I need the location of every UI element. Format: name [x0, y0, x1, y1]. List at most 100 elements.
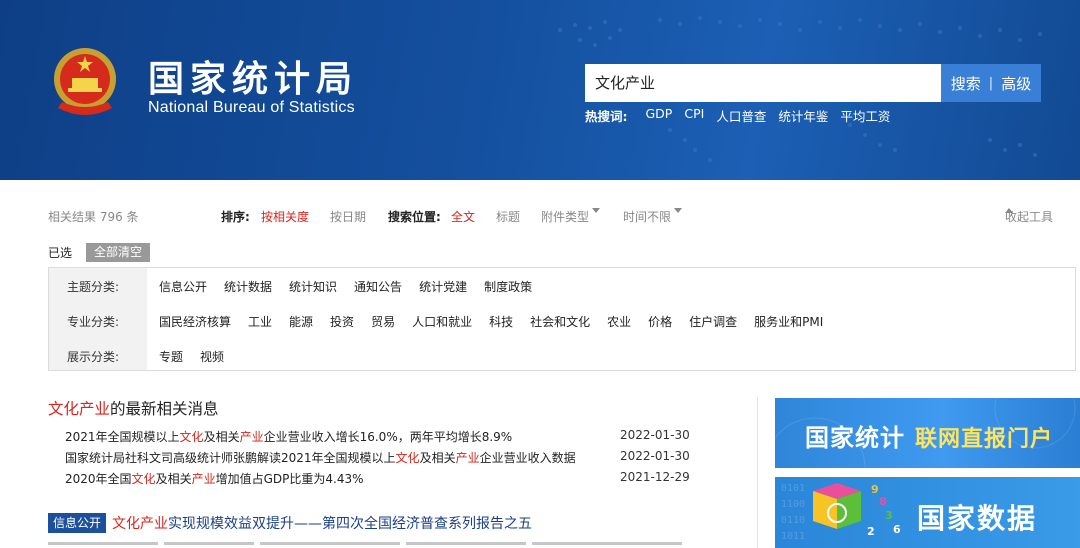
filter-option[interactable]: 贸易 [371, 313, 395, 330]
position-full-text[interactable]: 全文 [451, 208, 475, 225]
filter-option[interactable]: 服务业和PMI [754, 313, 823, 330]
news-text: 及相关 [155, 472, 192, 486]
filter-option[interactable]: 人口和就业 [412, 313, 472, 330]
filter-label: 展示分类: [67, 350, 120, 364]
filter-option[interactable]: 制度政策 [484, 278, 532, 295]
clear-all-button[interactable]: 全部清空 [86, 242, 151, 262]
result-snippet-cutoff [48, 542, 688, 548]
svg-text:2: 2 [867, 525, 875, 538]
filter-option[interactable]: 统计党建 [419, 278, 467, 295]
filter-row-professional: 专业分类: 国民经济核算 工业 能源 投资 贸易 人口和就业 科技 社会和文化 … [49, 303, 1075, 337]
news-date: 2022-01-30 [620, 428, 690, 442]
filter-option[interactable]: 社会和文化 [530, 313, 590, 330]
banner-main-text: 国家统计 [805, 424, 905, 452]
svg-text:1100: 1100 [781, 499, 805, 510]
filter-option[interactable]: 科技 [489, 313, 513, 330]
keyword-highlight: 文化 [395, 451, 420, 465]
banner-highlight-text: 联网直报门户 [915, 427, 1054, 452]
hot-words: 热搜词: GDP CPI 人口普查 统计年鉴 平均工资 [585, 106, 890, 125]
chevron-down-icon [674, 208, 683, 213]
news-text: 及相关 [419, 451, 456, 465]
svg-text:8: 8 [879, 495, 887, 508]
filter-label: 专业分类: [67, 315, 120, 329]
advanced-search-button[interactable]: 高级 [1001, 73, 1031, 94]
sort-by-relevance[interactable]: 按相关度 [261, 208, 309, 225]
svg-text:1011: 1011 [781, 531, 805, 542]
search-button[interactable]: 搜索 [951, 73, 981, 94]
hot-word-link[interactable]: 统计年鉴 [778, 106, 828, 125]
svg-text:0101: 0101 [781, 483, 805, 494]
collapse-tools-button[interactable]: 收起工具 [1005, 208, 1053, 225]
filter-option[interactable]: 通知公告 [354, 278, 402, 295]
filter-option[interactable]: 住户调查 [689, 313, 737, 330]
latest-news-heading: 文化产业的最新相关消息 [48, 397, 219, 419]
site-header: 国家统计局 National Bureau of Statistics 文化产业… [0, 0, 1080, 180]
filter-option[interactable]: 国民经济核算 [159, 313, 231, 330]
keyword-highlight: 文化产业 [112, 516, 169, 532]
filter-option[interactable]: 工业 [248, 313, 272, 330]
search-button-group: 搜索 | 高级 [941, 64, 1041, 102]
filter-option[interactable]: 信息公开 [159, 278, 207, 295]
search-toolbar: 相关结果 796 条 排序: 按相关度 按日期 搜索位置: 全文 标题 附件类型… [48, 208, 1078, 226]
news-item-link[interactable]: 2020年全国文化及相关产业增加值占GDP比重为4.43% [65, 470, 364, 487]
svg-text:6: 6 [893, 523, 901, 536]
news-text: 企业营业收入增长16.0%，两年平均增长8.9% [263, 430, 513, 444]
time-range-label: 时间不限 [623, 210, 672, 224]
latest-news-heading-suffix: 的最新相关消息 [110, 400, 219, 418]
search-position-label: 搜索位置: [388, 210, 441, 224]
hot-word-link[interactable]: 人口普查 [716, 106, 766, 125]
keyword-highlight: 文化产业 [48, 400, 111, 418]
keyword-highlight: 文化 [131, 472, 156, 486]
news-date: 2021-12-29 [620, 470, 690, 484]
filter-option[interactable]: 视频 [200, 348, 224, 365]
filter-option[interactable]: 能源 [289, 313, 313, 330]
button-separator: | [988, 75, 994, 91]
news-text: 企业营业收入数据 [479, 451, 576, 465]
category-tag[interactable]: 信息公开 [48, 513, 107, 533]
keyword-highlight: 产业 [455, 451, 480, 465]
filter-label: 主题分类: [67, 280, 120, 294]
filter-row-topic: 主题分类: 信息公开 统计数据 统计知识 通知公告 统计党建 制度政策 [49, 268, 1075, 302]
svg-text:3: 3 [885, 509, 893, 522]
svg-text:9: 9 [871, 483, 879, 496]
hot-word-link[interactable]: CPI [684, 106, 704, 125]
svg-text:0110: 0110 [781, 515, 805, 526]
national-data-banner[interactable]: 0101 1100 0110 1011 9 8 3 6 2 国家数据 [775, 477, 1080, 548]
filter-option[interactable]: 价格 [648, 313, 672, 330]
filter-option[interactable]: 统计数据 [224, 278, 272, 295]
filter-row-display: 展示分类: 专题 视频 [49, 338, 1075, 372]
attachment-type-label: 附件类型 [541, 210, 590, 224]
site-title: 国家统计局 [148, 59, 359, 100]
time-range-dropdown[interactable]: 时间不限 [623, 208, 683, 225]
direct-report-portal-banner[interactable]: 国家统计 联网直报门户 [775, 398, 1080, 468]
hot-word-link[interactable]: GDP [646, 106, 673, 125]
attachment-type-dropdown[interactable]: 附件类型 [541, 208, 601, 225]
news-item-link[interactable]: 国家统计局社科文司高级统计师张鹏解读2021年全国规模以上文化及相关产业企业营业… [65, 449, 576, 466]
filter-option[interactable]: 投资 [330, 313, 354, 330]
result-title-text: 实现规模效益双提升——第四次全国经济普查系列报告之五 [168, 516, 533, 532]
national-emblem-icon [54, 48, 116, 115]
filter-option[interactable]: 农业 [607, 313, 631, 330]
news-item-link[interactable]: 2021年全国规模以上文化及相关产业企业营业收入增长16.0%，两年平均增长8.… [65, 428, 512, 445]
filter-option[interactable]: 专题 [159, 348, 183, 365]
news-date: 2022-01-30 [620, 449, 690, 463]
news-text: 及相关 [203, 430, 240, 444]
filter-options: 信息公开 统计数据 统计知识 通知公告 统计党建 制度政策 [159, 278, 532, 295]
banner-text: 国家数据 [917, 502, 1038, 535]
column-divider [757, 397, 758, 548]
filter-option[interactable]: 统计知识 [289, 278, 337, 295]
hot-word-link[interactable]: 平均工资 [840, 106, 890, 125]
result-title-link[interactable]: 文化产业实现规模效益双提升——第四次全国经济普查系列报告之五 [112, 513, 532, 533]
search-input[interactable]: 文化产业 [585, 64, 941, 102]
site-subtitle: National Bureau of Statistics [148, 99, 355, 116]
news-text: 增加值占GDP比重为4.43% [215, 472, 364, 486]
sort-by-date[interactable]: 按日期 [330, 208, 366, 225]
filter-options: 专题 视频 [159, 348, 224, 365]
keyword-highlight: 文化 [179, 430, 204, 444]
chevron-up-icon [1005, 208, 1013, 213]
result-count: 相关结果 796 条 [48, 210, 139, 224]
position-title[interactable]: 标题 [496, 208, 520, 225]
news-text: 2021年全国规模以上 [65, 430, 180, 444]
sort-label: 排序: [221, 210, 250, 224]
filter-options: 国民经济核算 工业 能源 投资 贸易 人口和就业 科技 社会和文化 农业 价格 … [159, 313, 823, 330]
